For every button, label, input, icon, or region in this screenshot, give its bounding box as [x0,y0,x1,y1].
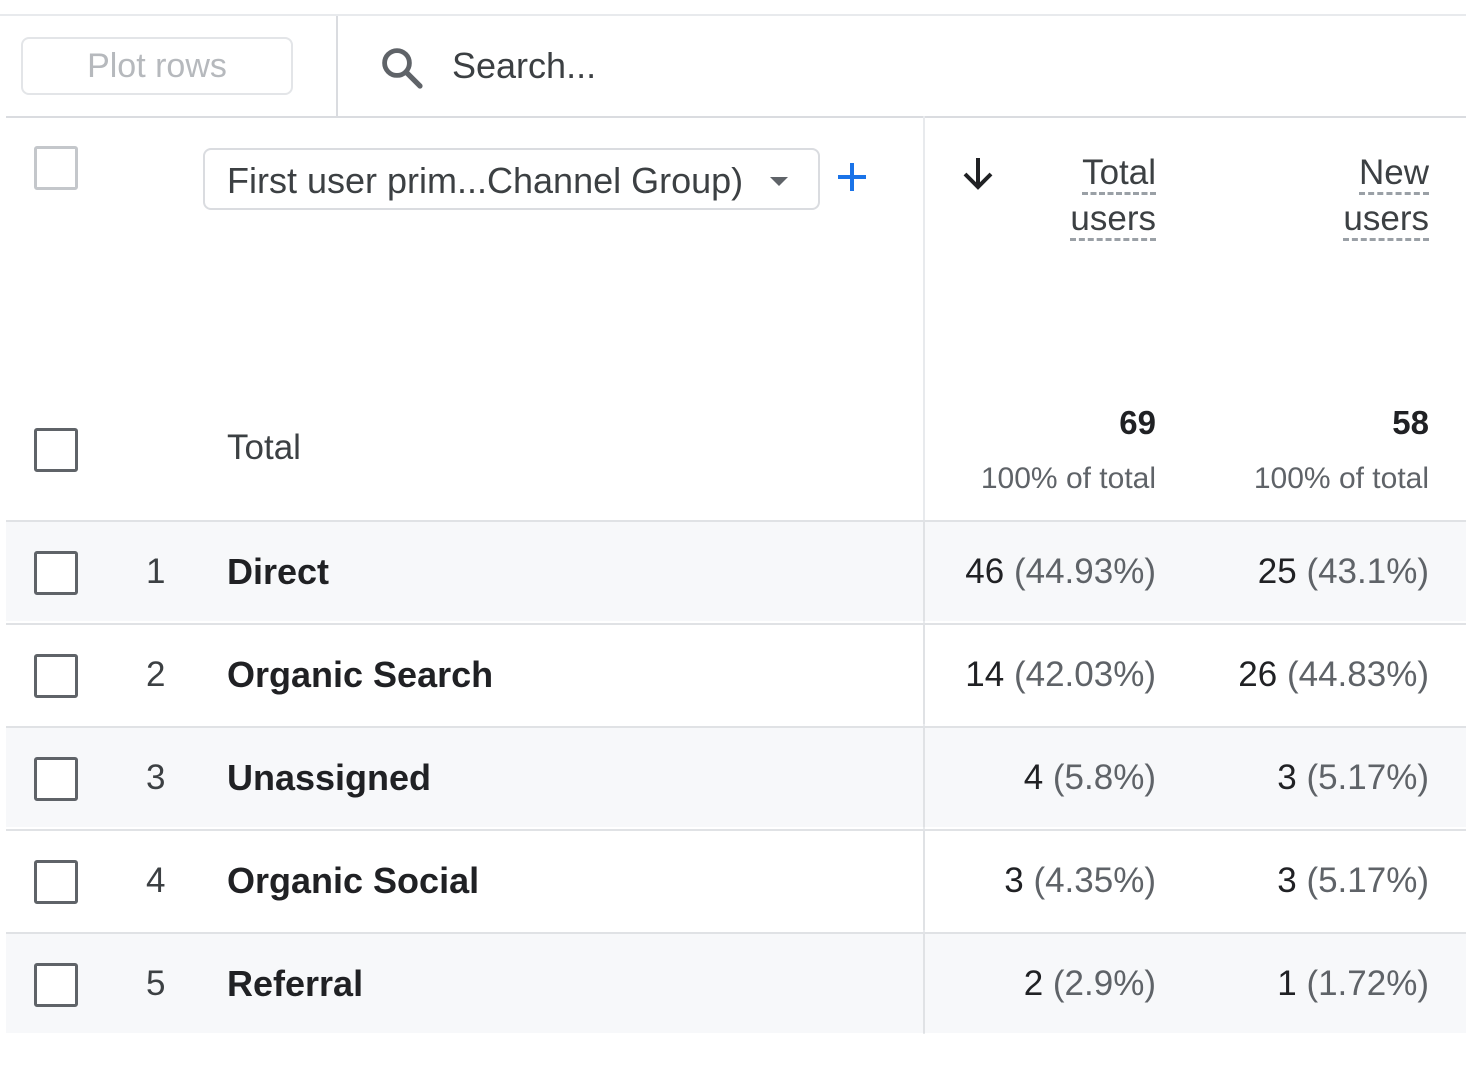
search-icon[interactable] [378,44,426,92]
total-users-percent: (5.8%) [1052,758,1156,797]
total-users-value: 4 [1023,758,1044,797]
channel-name[interactable]: Unassigned [227,757,431,799]
total-row-checkbox[interactable] [34,428,78,472]
total-users-value: 2 [1023,964,1044,1003]
total-users-value: 14 [965,655,1005,694]
arrow-down-icon[interactable] [958,152,998,196]
dimension-dropdown-label: First user prim...Channel Group) [227,160,744,201]
table-row: 4 Organic Social 3 (4.35%) 3 (5.17%) [6,829,1466,930]
new-users-cell: 3 (5.17%) [1277,861,1429,901]
total-users-value: 46 [965,552,1005,591]
select-all-checkbox[interactable] [34,146,78,190]
new-users-value: 26 [1238,655,1278,694]
total-users-percent: (42.03%) [1013,655,1156,694]
column-header-total-users-line1: Total [1082,154,1156,195]
new-users-percent: (1.72%) [1306,964,1429,1003]
new-users-percent: (5.17%) [1306,861,1429,900]
row-checkbox[interactable] [34,757,78,801]
row-checkbox[interactable] [34,654,78,698]
row-divider [923,625,925,724]
plot-rows-button[interactable]: Plot rows [21,37,293,95]
row-divider [923,522,925,621]
plus-icon[interactable] [835,158,869,196]
row-checkbox[interactable] [34,860,78,904]
new-users-value: 25 [1257,552,1297,591]
table-row: 2 Organic Search 14 (42.03%) 26 (44.83%) [6,623,1466,724]
arrow-drop-down-icon [770,177,788,186]
total-row-label: Total [227,428,301,467]
new-users-percent: (43.1%) [1306,552,1429,591]
table-row: 1 Direct 46 (44.93%) 25 (43.1%) [6,520,1466,621]
row-rank: 1 [146,552,166,591]
new-users-value: 3 [1277,758,1297,797]
column-header-new-users-line2: users [1343,200,1429,241]
column-header-new-users-line1: New [1358,154,1429,195]
total-users-total: 69 [1119,404,1156,441]
new-users-cell: 25 (43.1%) [1258,552,1429,592]
row-rank: 2 [146,655,166,694]
column-header-new-users[interactable]: New users [1343,150,1429,242]
channel-name[interactable]: Organic Search [227,654,493,696]
new-users-cell: 1 (1.72%) [1277,964,1429,1004]
new-users-total: 58 [1392,404,1429,441]
new-users-value: 3 [1277,861,1297,900]
total-users-cell: 46 (44.93%) [965,552,1156,592]
row-rank: 4 [146,861,166,900]
new-users-value: 1 [1277,964,1297,1003]
row-rank: 3 [146,758,166,797]
total-users-percent: (4.35%) [1033,861,1156,900]
row-divider [923,728,925,827]
table-row: 5 Referral 2 (2.9%) 1 (1.72%) [6,932,1466,1033]
total-users-percent-of-total: 100% of total [980,462,1156,495]
column-header-total-users[interactable]: Total users [1070,150,1156,242]
total-users-value: 3 [1004,861,1024,900]
channel-name[interactable]: Referral [227,963,363,1005]
total-users-cell: 3 (4.35%) [1004,861,1156,901]
new-users-cell: 3 (5.17%) [1277,758,1429,798]
new-users-percent: (5.17%) [1306,758,1429,797]
total-users-cell: 14 (42.03%) [965,655,1156,695]
dimension-dropdown[interactable]: First user prim...Channel Group) [203,148,820,210]
new-users-percent: (44.83%) [1286,655,1429,694]
row-rank: 5 [146,964,166,1003]
total-users-cell: 2 (2.9%) [1024,964,1156,1004]
table-toolbar: Plot rows [6,16,1466,118]
row-checkbox[interactable] [34,963,78,1007]
new-users-cell: 26 (44.83%) [1238,655,1429,695]
new-users-percent-of-total: 100% of total [1253,462,1429,495]
table-row: 3 Unassigned 4 (5.8%) 3 (5.17%) [6,726,1466,827]
row-divider [923,934,925,1033]
total-users-percent: (2.9%) [1052,964,1156,1003]
row-divider [923,831,925,930]
total-users-cell: 4 (5.8%) [1024,758,1156,798]
total-users-percent: (44.93%) [1013,552,1156,591]
toolbar-divider [336,16,338,116]
column-header-total-users-line2: users [1070,200,1156,241]
row-checkbox[interactable] [34,551,78,595]
search-input[interactable] [452,40,1052,92]
channel-name[interactable]: Organic Social [227,860,479,902]
channel-name[interactable]: Direct [227,551,329,593]
